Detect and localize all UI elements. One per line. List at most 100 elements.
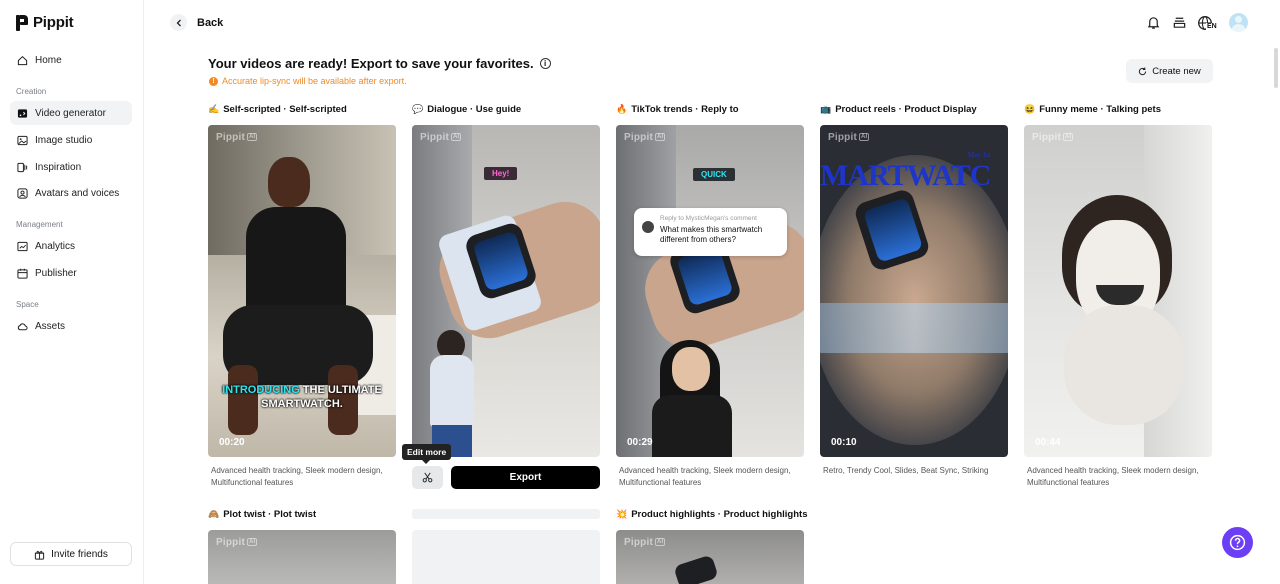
edit-more-tooltip: Edit more [402, 444, 452, 464]
sidebar-item-label: Inspiration [35, 161, 82, 173]
card-title-text: Funny meme · Talking pets [1039, 104, 1161, 115]
writing-hand-icon: ✍️ [208, 104, 220, 114]
card-title-text: Self-scripted · Self-scripted [223, 104, 347, 115]
app-root: Pippit Home Creation Video generator Ima… [0, 0, 1280, 584]
card-title: 📺 Product reels · Product Display [820, 104, 977, 115]
export-button[interactable]: Export [451, 466, 600, 489]
pippit-watermark: Pippit AI [216, 132, 258, 143]
pippit-watermark: Pippit AI [1032, 132, 1074, 143]
pippit-watermark: Pippit AI [828, 132, 870, 143]
sidebar-item-label: Assets [35, 320, 66, 332]
video-thumbnail[interactable]: Pippit AI [616, 530, 804, 584]
language-icon[interactable]: EN [1197, 15, 1219, 31]
analytics-icon [17, 241, 28, 251]
sidebar-item-label: Analytics [35, 240, 76, 252]
sidebar-item-label: Publisher [35, 267, 77, 279]
question-icon [1229, 534, 1246, 551]
card-title: 🙈 Plot twist · Plot twist [208, 509, 316, 520]
card-title-text: Dialogue · Use guide [427, 104, 522, 115]
card-description: Advanced health tracking, Sleek modern d… [211, 466, 383, 487]
card-title: 💥 Product highlights · Product highlight… [616, 509, 807, 520]
card-title: 🔥 TikTok trends · Reply to [616, 104, 739, 115]
chevron-left-icon [170, 14, 187, 31]
card-title-placeholder [412, 509, 600, 519]
pippit-logo-icon [16, 14, 28, 31]
invite-friends-label: Invite friends [51, 548, 108, 560]
invite-friends-button[interactable]: Invite friends [10, 542, 132, 566]
lip-sync-warning: ! Accurate lip-sync will be available af… [209, 76, 407, 86]
card-description: Advanced health tracking, Sleek modern d… [1027, 466, 1199, 487]
sidebar-item-label: Video generator [35, 107, 106, 119]
sidebar-item-inspiration[interactable]: Inspiration [10, 155, 132, 179]
sidebar-item-assets[interactable]: Assets [10, 314, 132, 338]
speech-bubble-icon: 💬 [412, 104, 424, 114]
image-studio-icon [17, 135, 28, 145]
user-avatar[interactable] [1229, 13, 1248, 32]
video-caption: Hey! [484, 167, 518, 180]
video-thumbnail[interactable]: MARTWATC May 1st Pippit AI 00:10 [820, 125, 1008, 457]
calendar-icon [17, 268, 28, 279]
card-title-text: Product reels · Product Display [835, 104, 977, 115]
sidebar-item-video-generator[interactable]: Video generator [10, 101, 132, 125]
video-thumbnail[interactable]: Pippit AI [208, 530, 396, 584]
create-new-button[interactable]: Create new [1126, 59, 1213, 83]
section-space: Space [16, 300, 39, 309]
card-title-text: TikTok trends · Reply to [631, 104, 739, 115]
sidebar-item-label: Avatars and voices [35, 187, 120, 199]
video-thumbnail[interactable]: QUICK Reply to MysticMegan's comment Wha… [616, 125, 804, 457]
video-duration: 00:29 [627, 437, 653, 448]
page-title: Your videos are ready! Export to save yo… [208, 56, 551, 71]
reply-bubble: Reply to MysticMegan's comment What make… [634, 208, 787, 256]
monkey-icon: 🙈 [208, 509, 220, 519]
video-duration: 00:10 [831, 437, 857, 448]
pippit-watermark: Pippit AI [216, 537, 258, 548]
collision-icon: 💥 [616, 509, 628, 519]
video-caption: INTRODUCING THE ULTIMATE SMARTWATCH. [222, 384, 382, 410]
video-thumbnail[interactable]: Pippit AI 00:44 [1024, 125, 1212, 457]
video-caption: QUICK [693, 168, 735, 181]
fire-icon: 🔥 [616, 104, 628, 114]
brand-logo[interactable]: Pippit [16, 14, 74, 31]
video-duration: 00:44 [1035, 437, 1061, 448]
cloud-icon [17, 322, 28, 330]
gift-icon [35, 550, 45, 560]
edit-more-button[interactable] [412, 466, 443, 489]
card-description: Retro, Trendy Cool, Slides, Beat Sync, S… [823, 466, 989, 475]
sidebar-item-image-studio[interactable]: Image studio [10, 128, 132, 152]
sidebar-item-publisher[interactable]: Publisher [10, 261, 132, 285]
tray-icon[interactable] [1171, 15, 1187, 31]
product-overlay-date: May 1st [968, 151, 991, 159]
video-duration: 00:20 [219, 437, 245, 448]
card-title: ✍️ Self-scripted · Self-scripted [208, 104, 347, 115]
brand-name: Pippit [33, 14, 74, 31]
video-thumbnail[interactable]: Hey! Pippit AI [412, 125, 600, 457]
top-toolbar: EN [1145, 13, 1248, 32]
inspiration-icon [17, 162, 28, 172]
info-icon[interactable]: i [539, 58, 551, 69]
card-title-text: Product highlights · Product highlights [631, 509, 808, 520]
pippit-watermark: Pippit AI [624, 537, 666, 548]
back-label: Back [197, 16, 224, 29]
home-icon [17, 55, 28, 65]
card-title: 😆 Funny meme · Talking pets [1024, 104, 1161, 115]
sidebar-item-analytics[interactable]: Analytics [10, 234, 132, 258]
avatar-icon [17, 187, 28, 199]
scissors-icon [422, 472, 433, 483]
sidebar-item-label: Image studio [35, 134, 93, 146]
help-button[interactable] [1222, 527, 1253, 558]
back-button[interactable]: Back [170, 14, 223, 31]
pippit-watermark: Pippit AI [420, 132, 462, 143]
create-new-label: Create new [1152, 65, 1201, 77]
card-title-text: Plot twist · Plot twist [223, 509, 317, 520]
refresh-icon [1139, 67, 1147, 75]
scrollbar[interactable] [1274, 48, 1278, 88]
sidebar-item-avatars-and-voices[interactable]: Avatars and voices [10, 181, 132, 205]
pippit-watermark: Pippit AI [624, 132, 666, 143]
section-creation: Creation [16, 87, 47, 96]
bell-icon[interactable] [1145, 15, 1161, 31]
video-generator-icon [17, 108, 28, 118]
section-management: Management [16, 220, 63, 229]
video-thumbnail[interactable]: Pippit AI INTRODUCING THE ULTIMATE SMARTW… [208, 125, 396, 457]
commenter-avatar [642, 221, 654, 233]
sidebar-item-home[interactable]: Home [10, 48, 132, 72]
